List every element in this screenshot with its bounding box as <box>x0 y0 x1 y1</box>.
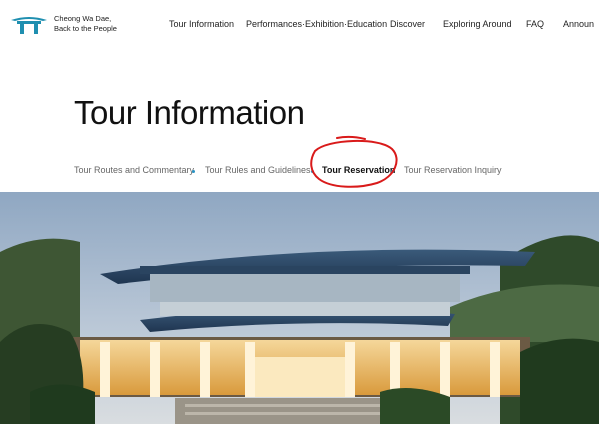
site-header: Cheong Wa Dae, Back to the People Tour I… <box>0 0 599 50</box>
nav-item-faq[interactable]: FAQ <box>526 19 544 29</box>
nav-item-discover[interactable]: Discover <box>390 19 425 29</box>
tab-tour-rules[interactable]: Tour Rules and Guidelines <box>205 165 311 175</box>
tab-reservation-inquiry[interactable]: Tour Reservation Inquiry <box>404 165 502 175</box>
page-title: Tour Information <box>74 94 305 131</box>
main-nav: Tour Information Performances·Exhibition… <box>0 19 599 33</box>
nav-item-tour-information[interactable]: Tour Information <box>169 19 234 29</box>
hero-photo-cheong-wa-dae <box>0 192 599 424</box>
nav-item-announcements[interactable]: Announ <box>563 19 594 29</box>
nav-item-exploring-around[interactable]: Exploring Around <box>443 19 512 29</box>
annotation-circle <box>310 135 398 188</box>
tab-separator-dot <box>192 170 195 173</box>
tab-tour-routes[interactable]: Tour Routes and Commentary <box>74 165 194 175</box>
nav-item-performances[interactable]: Performances·Exhibition·Education <box>246 19 387 29</box>
